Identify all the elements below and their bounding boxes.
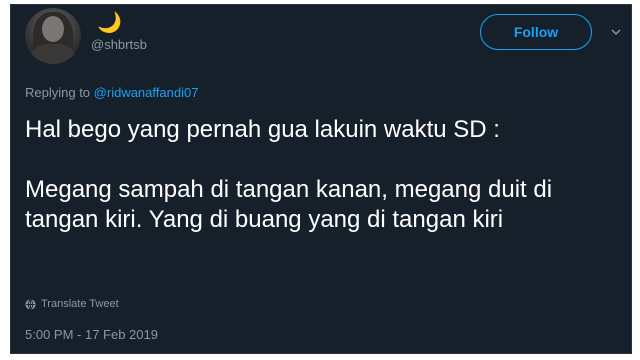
display-name[interactable]: 🌙: [97, 11, 122, 33]
tweet-text-line-1: Hal bego yang pernah gua lakuin waktu SD…: [25, 116, 500, 143]
replying-to-mention[interactable]: @ridwanaffandi07: [94, 85, 199, 100]
tweet-text-line-2: Megang sampah di tangan kanan, megang du…: [25, 176, 553, 233]
tweet-text: Hal bego yang pernah gua lakuin waktu SD…: [25, 115, 625, 235]
globe-icon: [25, 298, 36, 310]
avatar-body: [31, 44, 75, 64]
tweet-card: 🌙 @shbrtsb Follow Replying to @ridwanaff…: [10, 4, 632, 354]
translate-tweet[interactable]: Translate Tweet: [25, 298, 119, 310]
replying-to-line: Replying to @ridwanaffandi07: [25, 85, 198, 100]
follow-button[interactable]: Follow: [480, 14, 592, 50]
replying-to-label: Replying to: [25, 85, 91, 100]
translate-label[interactable]: Translate Tweet: [41, 298, 119, 310]
timestamp[interactable]: 5:00 PM - 17 Feb 2019: [25, 327, 158, 342]
user-handle[interactable]: @shbrtsb: [91, 37, 147, 52]
avatar[interactable]: [25, 8, 81, 64]
chevron-down-icon[interactable]: [611, 27, 621, 37]
avatar-face: [42, 16, 64, 42]
